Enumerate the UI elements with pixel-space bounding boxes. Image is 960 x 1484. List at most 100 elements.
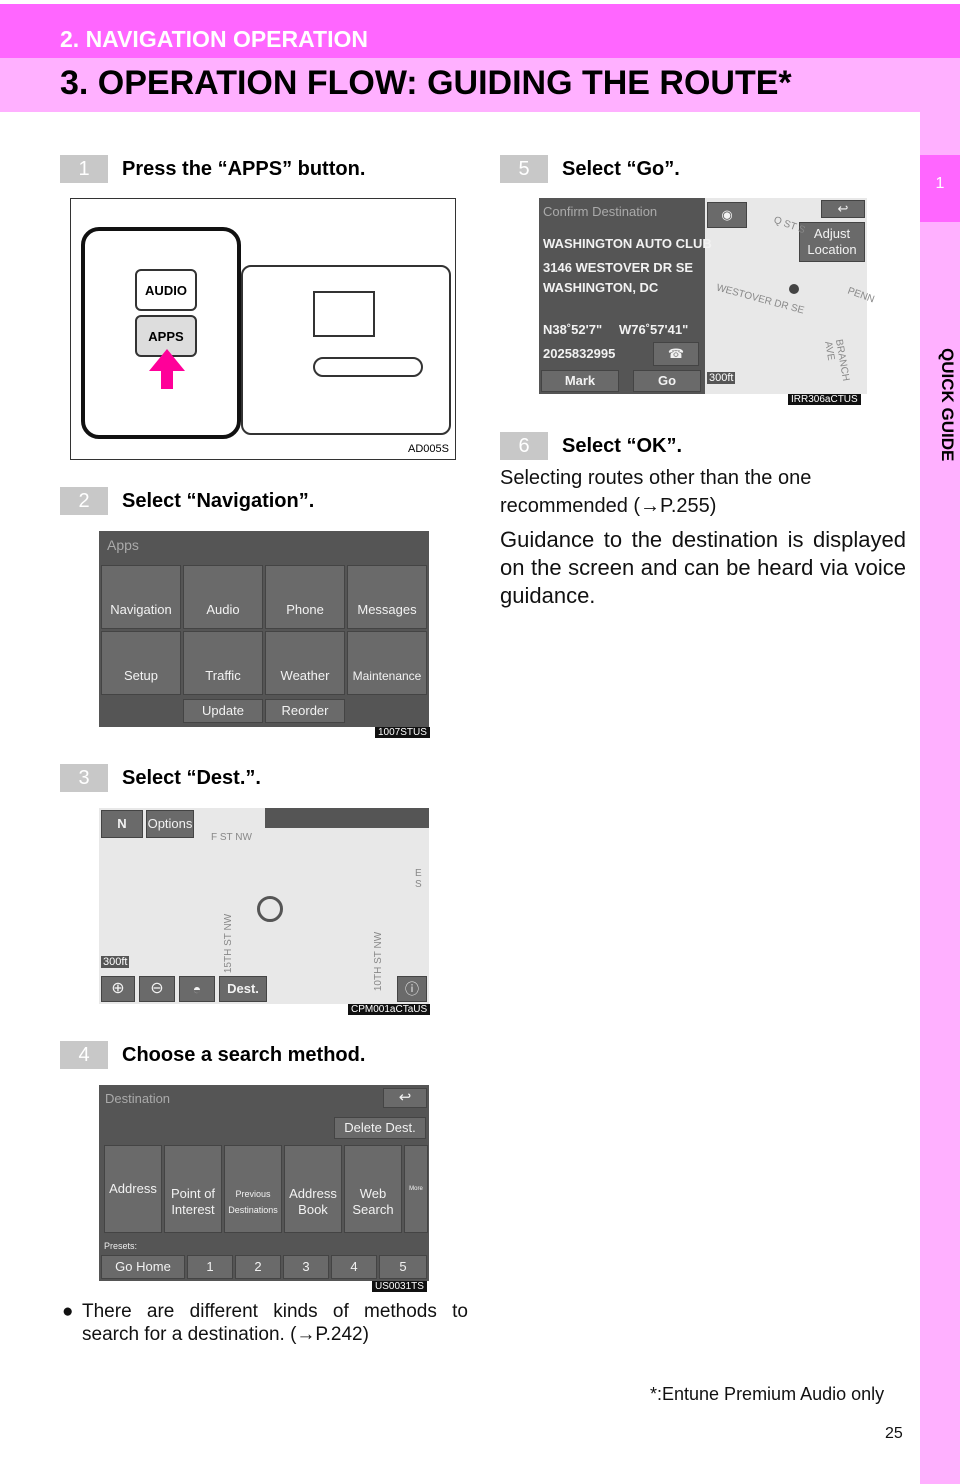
audio-button: AUDIO (135, 269, 197, 311)
step-3: 3 Select “Dest.”. (60, 764, 261, 792)
mark-button[interactable]: Mark (541, 370, 619, 392)
bullet-text: There are different kinds of methods to … (82, 1301, 468, 1345)
step-number: 6 (500, 432, 548, 460)
route-note: Selecting routes other than the one reco… (500, 467, 812, 517)
dashboard-drawing (241, 265, 451, 435)
preset-3[interactable]: 3 (283, 1255, 329, 1279)
address-tile[interactable]: Address (104, 1145, 162, 1233)
press-arrow-icon (149, 349, 185, 371)
section-title: 2. NAVIGATION OPERATION (60, 26, 368, 52)
navigation-tile[interactable]: Navigation (101, 565, 181, 629)
screen-title: Apps (107, 537, 139, 553)
info-icon[interactable]: ⓘ (397, 976, 427, 1002)
step-2: 2 Select “Navigation”. (60, 487, 314, 515)
step-number: 5 (500, 155, 548, 183)
chapter-tab[interactable]: 1 (920, 155, 960, 222)
street-label: F ST NW (211, 832, 252, 843)
step-number: 4 (60, 1041, 108, 1069)
page-number: 25 (885, 1425, 903, 1442)
options-button[interactable]: Options (146, 810, 194, 838)
apps-screen: Apps Navigation Audio Phone Messages Set… (99, 531, 429, 727)
street-label: 15TH ST NW (223, 913, 235, 974)
step-text: Select “OK”. (562, 434, 683, 457)
bullet-icon: ● (62, 1301, 74, 1322)
more-tile[interactable]: More (404, 1145, 428, 1233)
side-tab-strip: 1 QUICK GUIDE (920, 112, 960, 1484)
zoom-in-icon[interactable]: ⊕ (101, 976, 135, 1002)
step-5: 5 Select “Go”. (500, 155, 680, 183)
destination-pin-icon (789, 284, 799, 294)
screen-title: Confirm Destination (543, 204, 658, 219)
dest-button[interactable]: Dest. (219, 976, 267, 1002)
map-screen: N Options F ST NW 15TH ST NW 10TH ST NW … (99, 808, 429, 1004)
figure-code: 1007STUS (375, 727, 430, 738)
call-icon[interactable]: ☎ (653, 342, 699, 366)
step-6: 6 Select “OK”. (500, 432, 682, 460)
figure-code: IRR306aCTUS (788, 394, 861, 405)
latitude: N38˚52'7" (543, 322, 603, 337)
update-button[interactable]: Update (183, 699, 263, 723)
preset-1[interactable]: 1 (187, 1255, 233, 1279)
guidance-note: Guidance to the destination is displayed… (500, 527, 906, 608)
traffic-tile[interactable]: Traffic (183, 631, 263, 695)
presets-label: Presets: (104, 1241, 138, 1251)
street-label: E S (415, 868, 422, 890)
step-text: Select “Go”. (562, 157, 680, 180)
step-1: 1 Press the “APPS” button. (60, 155, 365, 183)
reorder-button[interactable]: Reorder (265, 699, 345, 723)
figure-code: CPM001aCTaUS (348, 1004, 431, 1015)
scale-indicator: 300ft (707, 372, 736, 384)
apps-button-figure: AUDIO APPS AD005S (70, 198, 456, 460)
weather-tile[interactable]: Weather (265, 631, 345, 695)
step-4: 4 Choose a search method. (60, 1041, 365, 1069)
page-title: 3. OPERATION FLOW: GUIDING THE ROUTE* (60, 64, 792, 102)
step-number: 3 (60, 764, 108, 792)
destination-name: WASHINGTON AUTO CLUB (543, 236, 712, 251)
zoom-out-icon[interactable]: ⊖ (139, 976, 175, 1002)
figure-code: US0031TS (372, 1281, 427, 1292)
screen-title: Destination (105, 1091, 171, 1106)
step-text: Select “Dest.”. (122, 766, 261, 789)
step-number: 1 (60, 155, 108, 183)
go-button[interactable]: Go (633, 370, 701, 392)
step-text: Choose a search method. (122, 1043, 366, 1066)
step-text: Press the “APPS” button. (122, 157, 366, 180)
preset-5[interactable]: 5 (379, 1255, 427, 1279)
adjust-location-button[interactable]: Adjust Location (799, 222, 865, 262)
phone-number: 2025832995 (543, 346, 616, 361)
preset-go-home[interactable]: Go Home (101, 1255, 185, 1279)
preset-4[interactable]: 4 (331, 1255, 377, 1279)
street-label: 10TH ST NW (373, 931, 385, 992)
audio-tile[interactable]: Audio (183, 565, 263, 629)
destination-city: WASHINGTON, DC (543, 280, 659, 295)
chapter-label: QUICK GUIDE (938, 348, 957, 462)
back-icon[interactable]: ↩ (383, 1088, 427, 1108)
bullet-note: ● There are different kinds of methods to… (60, 1300, 468, 1346)
maintenance-tile[interactable]: Maintenance (347, 631, 427, 695)
address-book-tile[interactable]: Address Book (284, 1145, 342, 1233)
messages-tile[interactable]: Messages (347, 565, 427, 629)
compass-icon[interactable]: ◉ (707, 202, 747, 228)
heading-icon[interactable]: ◓ (179, 976, 215, 1002)
setup-tile[interactable]: Setup (101, 631, 181, 695)
street-label: Q ST S (772, 214, 807, 237)
destination-screen: Destination ↩ Delete Dest. Address Point… (99, 1085, 429, 1281)
phone-tile[interactable]: Phone (265, 565, 345, 629)
previous-destinations-tile[interactable]: Previous Destinations (224, 1145, 282, 1233)
poi-tile[interactable]: Point of Interest (164, 1145, 222, 1233)
vehicle-position-icon (257, 896, 283, 922)
step-text: Select “Navigation”. (122, 489, 315, 512)
delete-dest-button[interactable]: Delete Dest. (334, 1117, 426, 1139)
destination-address: 3146 WESTOVER DR SE (543, 260, 694, 275)
title-bar: 3. OPERATION FLOW: GUIDING THE ROUTE* (0, 58, 960, 112)
preset-2[interactable]: 2 (235, 1255, 281, 1279)
section-header: 2. NAVIGATION OPERATION (0, 4, 960, 58)
back-icon[interactable]: ↩ (821, 200, 865, 218)
footnote: *:Entune Premium Audio only (650, 1384, 885, 1404)
north-button[interactable]: N (101, 810, 143, 838)
confirm-destination-screen: Confirm Destination WASHINGTON AUTO CLUB… (539, 198, 876, 394)
street-label: BRANCH AVE (822, 338, 852, 383)
scale-indicator: 300ft (101, 956, 130, 968)
web-search-tile[interactable]: Web Search (344, 1145, 402, 1233)
longitude: W76˚57'41" (619, 322, 689, 337)
